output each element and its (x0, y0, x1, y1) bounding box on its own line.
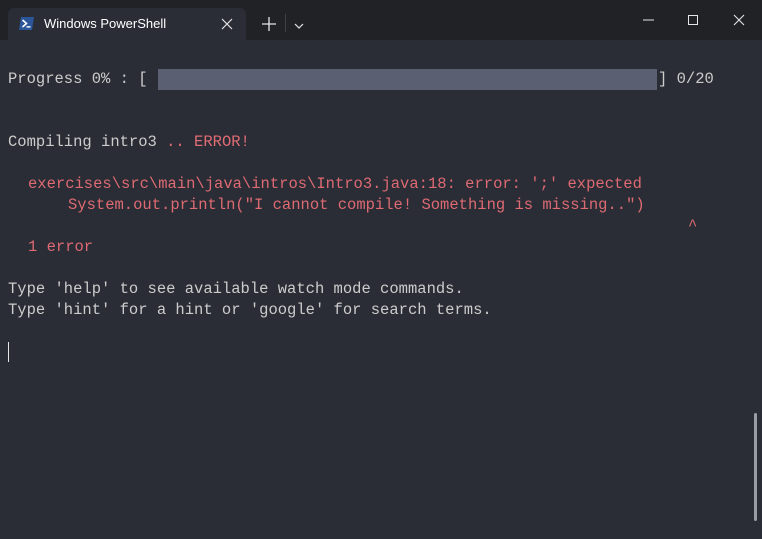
maximize-icon[interactable] (684, 12, 702, 28)
close-window-icon[interactable] (730, 12, 748, 28)
tab-title: Windows PowerShell (44, 16, 167, 31)
error-caret: ^ (688, 217, 698, 235)
tab-windows-powershell[interactable]: Windows PowerShell (8, 8, 246, 40)
scrollbar[interactable] (754, 413, 757, 521)
progress-count: ] 0/20 (658, 70, 714, 88)
close-tab-icon[interactable] (219, 16, 235, 32)
compiling-dots: .. (156, 133, 195, 151)
terminal-output[interactable]: Progress 0% : [ ] 0/20 Compiling intro3 … (0, 40, 762, 539)
text-cursor (8, 342, 9, 362)
tab-separator (285, 14, 286, 32)
terminal-window: Windows PowerShell Progress 0%: [] 0/2… (0, 0, 762, 539)
progress-bar (158, 69, 657, 90)
progress-line: Progress 0% : [ (8, 69, 148, 90)
compiling-line: Compiling intro3 .. ERROR! (8, 132, 250, 153)
progress-label: Progress 0% : [ (8, 70, 148, 88)
error-code-line: System.out.println("I cannot compile! So… (68, 196, 645, 214)
chevron-down-icon[interactable] (292, 18, 306, 29)
help-line: Type 'help' to see available watch mode … (8, 280, 464, 298)
compiling-status: ERROR! (194, 133, 250, 151)
plus-icon[interactable] (260, 15, 278, 33)
compiling-text: Compiling intro3 (8, 133, 157, 151)
minimize-icon[interactable] (639, 12, 659, 28)
hint-line: Type 'hint' for a hint or 'google' for s… (8, 301, 492, 319)
title-bar: Windows PowerShell (0, 0, 762, 40)
error-path-line: exercises\src\main\java\intros\Intro3.ja… (28, 175, 642, 193)
powershell-icon (19, 17, 34, 30)
error-count: 1 error (28, 238, 94, 256)
